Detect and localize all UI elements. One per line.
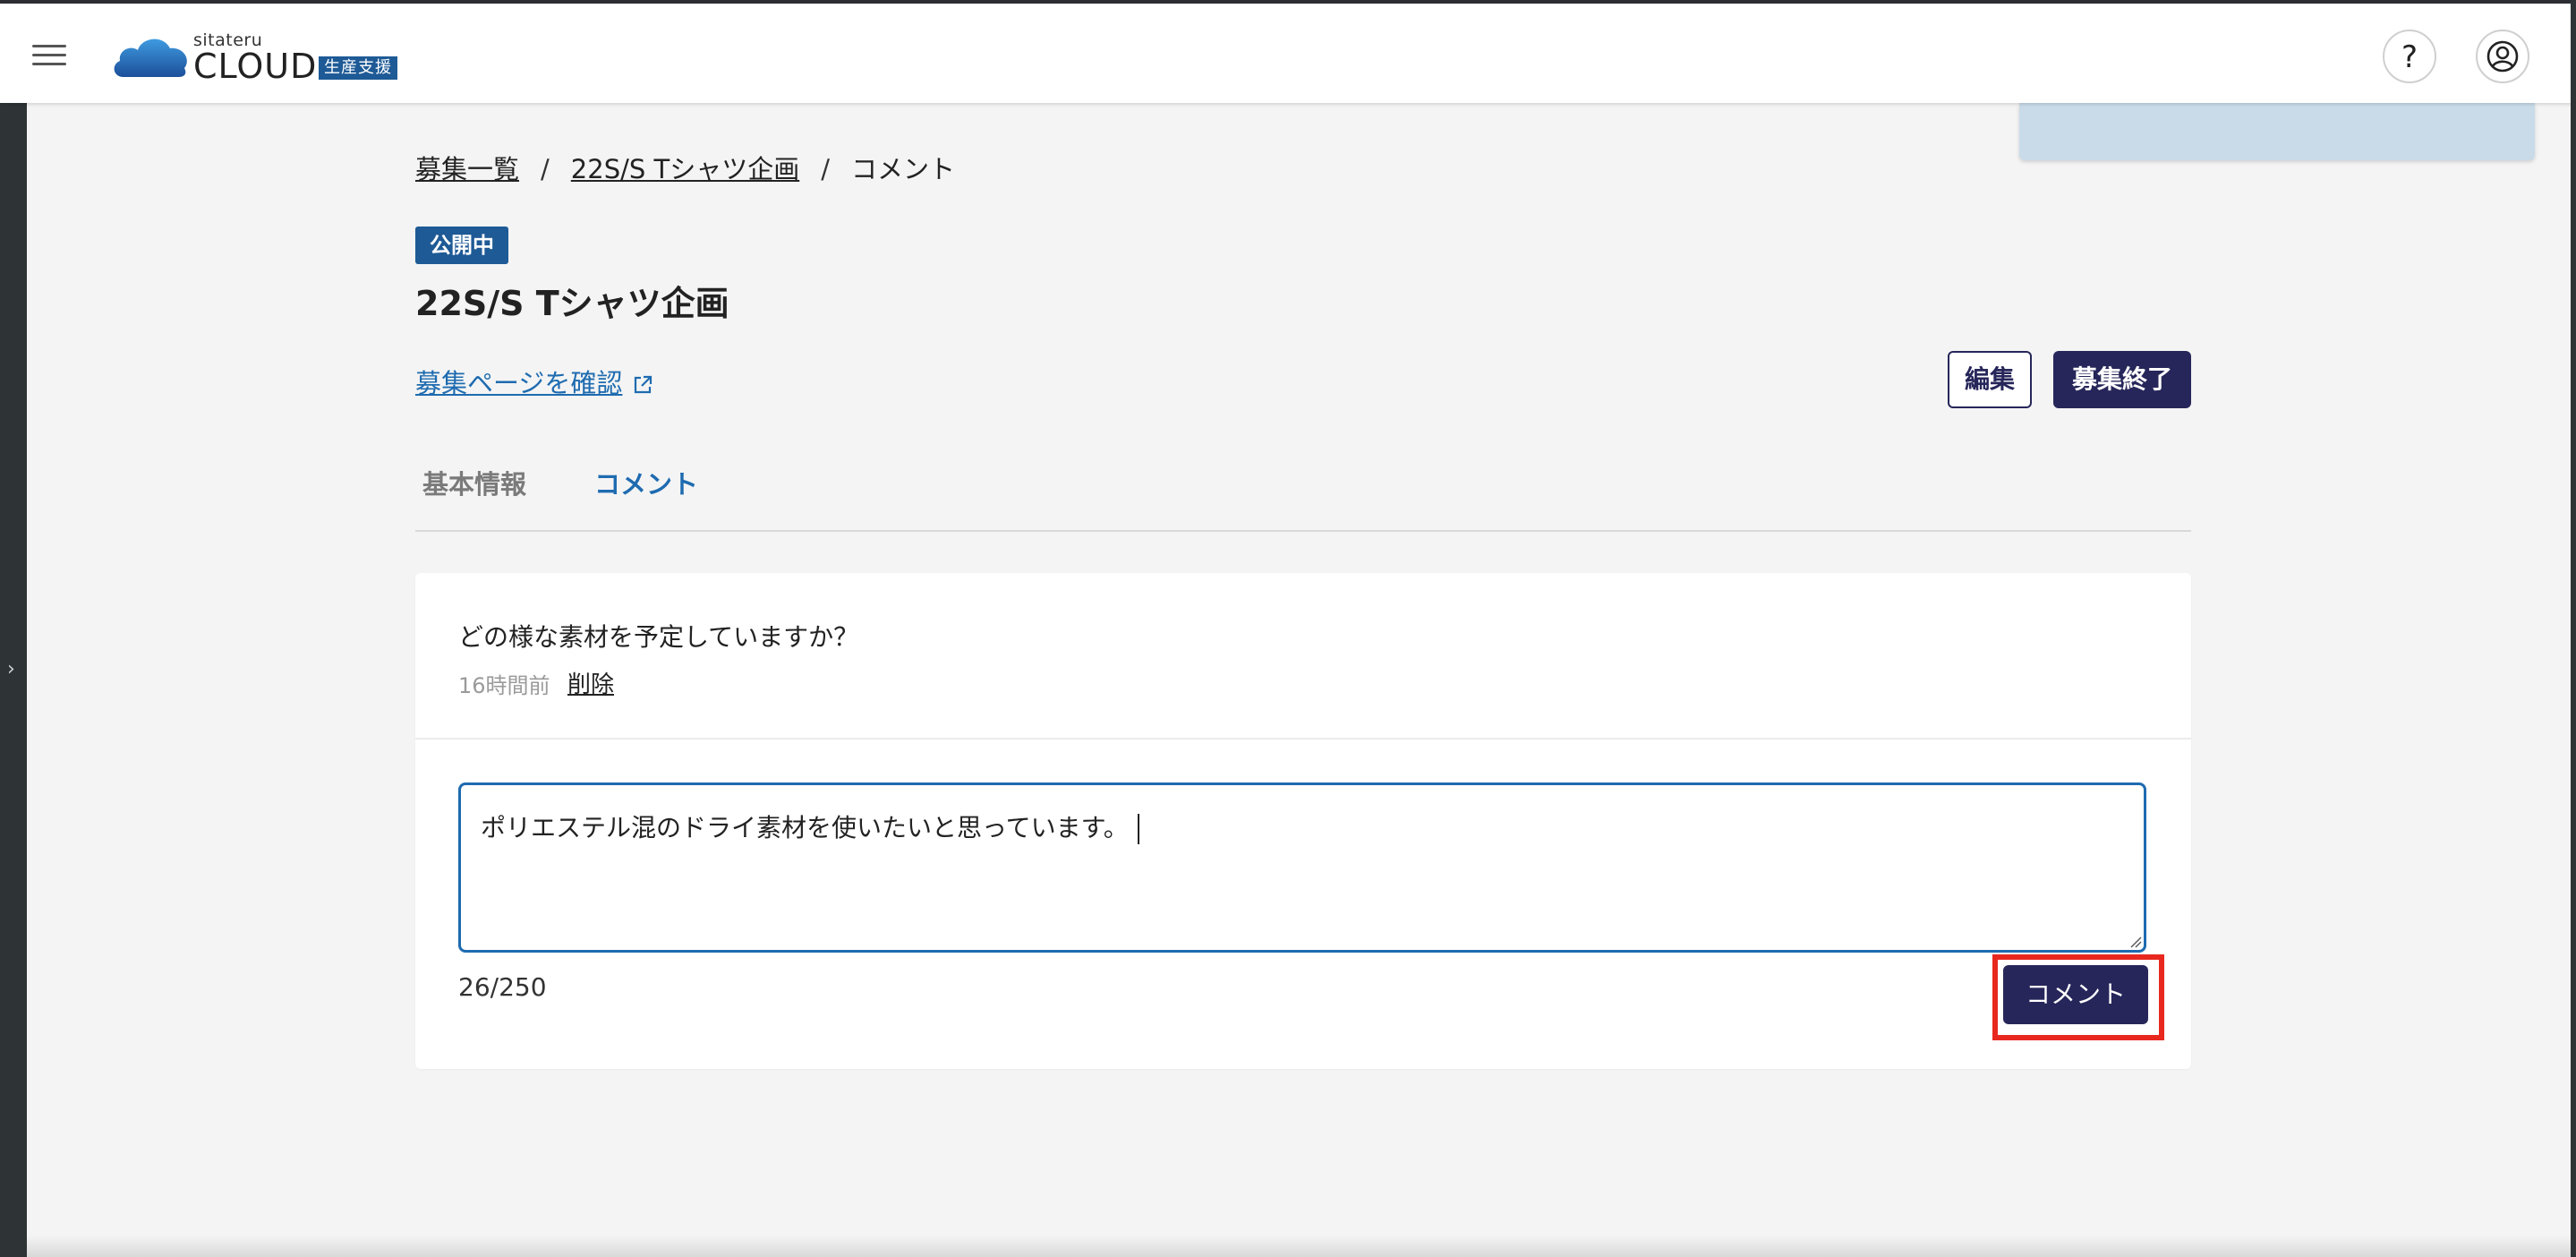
comment-card: どの様な素材を予定していますか？ 16時間前 削除 ポリエステル混のドライ素材を… — [415, 573, 2191, 1069]
help-button[interactable]: ? — [2383, 30, 2436, 83]
breadcrumb-separator: / — [541, 154, 550, 184]
breadcrumb-separator: / — [821, 154, 830, 184]
menu-icon[interactable] — [32, 41, 68, 70]
divider — [415, 738, 2191, 740]
comment-timestamp: 16時間前 — [458, 673, 550, 698]
character-count: 26/250 — [458, 972, 547, 1002]
recruit-page-link-label: 募集ページを確認 — [415, 368, 623, 398]
submit-comment-button[interactable]: コメント — [2003, 965, 2148, 1024]
breadcrumb-current: コメント — [851, 154, 956, 184]
delete-comment-link[interactable]: 削除 — [567, 666, 614, 699]
end-recruitment-button[interactable]: 募集終了 — [2053, 351, 2191, 408]
comment-input-text: ポリエステル混のドライ素材を使いたいと思っています。 — [481, 813, 1129, 842]
app-header: sitateru CLOUD 生産支援 ? — [0, 4, 2576, 103]
logo-badge: 生産支援 — [319, 56, 397, 80]
edit-button[interactable]: 編集 — [1948, 351, 2032, 408]
tab-comment[interactable]: コメント — [594, 464, 698, 501]
page-title: 22S/S Tシャツ企画 — [415, 284, 729, 323]
external-link-icon — [635, 375, 653, 394]
question-icon: ? — [2401, 39, 2418, 75]
status-badge: 公開中 — [415, 227, 508, 264]
comment-input[interactable]: ポリエステル混のドライ素材を使いたいと思っています。 — [458, 782, 2146, 953]
tab-basic-info[interactable]: 基本情報 — [422, 464, 526, 501]
tab-bar: 基本情報 コメント — [415, 464, 2191, 532]
resize-grip-icon[interactable] — [2129, 936, 2142, 948]
breadcrumb: 募集一覧 / 22S/S Tシャツ企画 / コメント — [415, 149, 955, 186]
recruit-page-link[interactable]: 募集ページを確認 — [415, 363, 654, 400]
breadcrumb-project[interactable]: 22S/S Tシャツ企画 — [571, 154, 799, 184]
comment-body: どの様な素材を予定していますか？ — [458, 622, 859, 652]
logo-text: CLOUD — [193, 47, 318, 86]
notification-banner — [2019, 103, 2535, 160]
comment-input-value: ポリエステル混のドライ素材を使いたいと思っています。 — [481, 808, 1139, 844]
account-button[interactable] — [2476, 30, 2529, 83]
window-right-border — [2571, 0, 2576, 1257]
cloud-logo-icon — [114, 38, 187, 77]
user-icon — [2486, 40, 2519, 73]
text-caret — [1137, 814, 1139, 844]
logo[interactable]: sitateru CLOUD 生産支援 — [111, 27, 415, 86]
bottom-shadow — [27, 1236, 2571, 1257]
chevron-right-icon: › — [7, 658, 15, 680]
breadcrumb-recruit-list[interactable]: 募集一覧 — [415, 154, 519, 184]
side-drawer-rail[interactable]: › — [0, 103, 27, 1257]
